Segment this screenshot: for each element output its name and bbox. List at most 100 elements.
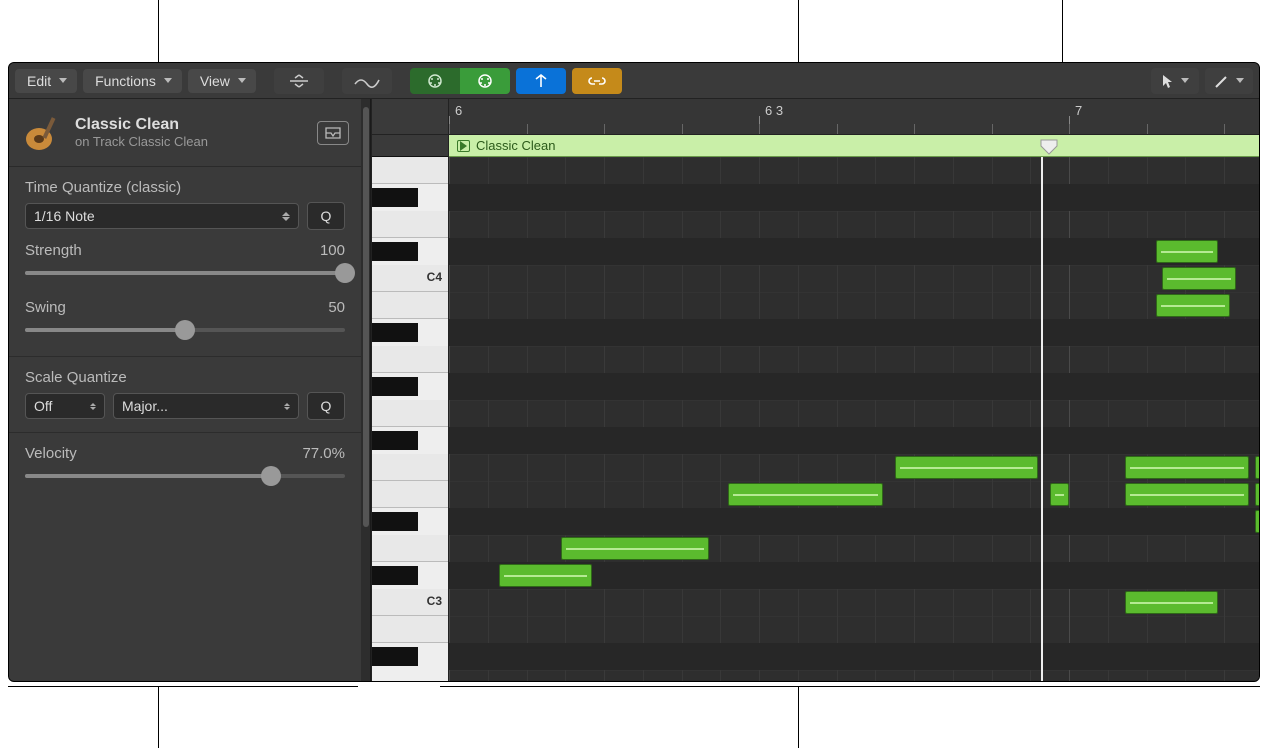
midi-note[interactable] [1162,267,1236,290]
annotation-line [798,0,799,62]
white-key[interactable] [372,157,448,184]
catch-playhead-button[interactable] [516,68,566,94]
play-region-icon [457,140,470,152]
time-ruler[interactable]: 66 37 [449,99,1259,135]
playhead[interactable] [1041,157,1043,681]
ruler-label: 6 3 [765,103,783,118]
inspector-panel: Classic Clean on Track Classic Clean Tim… [9,99,361,681]
strength-label: Strength [25,242,82,259]
chevron-down-icon [59,78,67,83]
chevron-down-icon [1181,78,1189,83]
note-grid-column: 66 37 Classic Clean [449,99,1259,681]
ruler-subtick [914,124,915,134]
ruler-subtick [1069,124,1070,134]
octave-label: C4 [427,270,442,284]
ruler-subtick [1224,124,1225,134]
inspector-header: Classic Clean on Track Classic Clean [9,99,361,167]
region-name: Classic Clean [476,138,555,153]
midi-note[interactable] [1255,456,1259,479]
black-key[interactable] [372,323,418,342]
ruler-subtick [604,124,605,134]
midi-note[interactable] [1125,456,1249,479]
instrument-icon [21,111,65,155]
black-key[interactable] [372,188,418,207]
annotation-line [440,686,1260,687]
edit-menu[interactable]: Edit [15,69,77,93]
scale-mode-select[interactable]: Major... [113,393,299,419]
midi-note[interactable] [728,483,883,506]
scale-root-select[interactable]: Off [25,393,105,419]
pencil-tool-select[interactable] [1205,68,1253,94]
midi-note[interactable] [1156,240,1218,263]
white-key[interactable] [372,292,448,319]
edit-menu-label: Edit [27,73,51,89]
white-key[interactable] [372,481,448,508]
note-grid[interactable] [449,157,1259,681]
playhead-icon [530,73,552,89]
collapse-button[interactable] [274,68,324,94]
ruler-subtick [449,124,450,134]
midi-note[interactable] [1255,483,1259,506]
inspector-scrollbar[interactable] [361,99,371,681]
swing-value: 50 [328,299,345,316]
inbox-icon [324,126,342,140]
black-key[interactable] [372,431,418,450]
piano-roll-editor: Edit Functions View [8,62,1260,682]
region-title: Classic Clean [75,116,208,134]
editor-toolbar: Edit Functions View [9,63,1259,99]
midi-note[interactable] [1125,483,1249,506]
automation-button[interactable] [342,68,392,94]
link-button[interactable] [572,68,622,94]
velocity-slider[interactable] [25,464,345,488]
pointer-tool-select[interactable] [1151,68,1199,94]
strength-slider[interactable] [25,261,345,285]
midi-note[interactable] [499,564,592,587]
white-key[interactable] [372,400,448,427]
midi-out-button[interactable] [460,68,510,94]
view-menu[interactable]: View [188,69,256,93]
chevron-up-icon [282,212,290,216]
white-key[interactable] [372,454,448,481]
black-key[interactable] [372,377,418,396]
chevron-down-icon [1236,78,1244,83]
ruler-subtick [992,124,993,134]
quantize-button[interactable]: Q [307,202,345,230]
quantize-label: Q [321,208,332,224]
pencil-icon [1214,73,1230,89]
time-quantize-select[interactable]: 1/16 Note [25,203,299,229]
collapse-icon [288,73,310,89]
white-key[interactable] [372,346,448,373]
functions-menu[interactable]: Functions [83,69,182,93]
midi-in-button[interactable] [410,68,460,94]
swing-slider[interactable] [25,318,345,342]
inbox-button[interactable] [317,121,349,145]
time-quantize-label: Time Quantize (classic) [25,179,345,196]
playhead-marker[interactable] [1040,139,1058,155]
black-key[interactable] [372,647,418,666]
black-key[interactable] [372,566,418,585]
ruler-subtick [527,124,528,134]
midi-note[interactable] [561,537,710,560]
scale-q-label: Q [321,398,332,414]
white-key[interactable] [372,211,448,238]
annotation-line [798,686,799,748]
white-key[interactable] [372,616,448,643]
midi-note[interactable] [1156,294,1230,317]
white-key[interactable] [372,535,448,562]
piano-keyboard[interactable]: C4C3 [372,157,448,681]
region-subtitle: on Track Classic Clean [75,134,208,149]
midi-note[interactable] [1255,510,1259,533]
view-menu-label: View [200,73,230,89]
black-key[interactable] [372,242,418,261]
midi-note[interactable] [895,456,1038,479]
velocity-label: Velocity [25,445,77,462]
midi-note[interactable] [1050,483,1069,506]
black-key[interactable] [372,512,418,531]
midi-note[interactable] [1125,591,1218,614]
ruler-subtick [1147,124,1148,134]
scale-quantize-button[interactable]: Q [307,392,345,420]
scale-quantize-label: Scale Quantize [25,369,345,386]
midi-icon [475,73,495,89]
ruler-label: 7 [1075,103,1082,118]
region-header[interactable]: Classic Clean [449,135,1259,157]
